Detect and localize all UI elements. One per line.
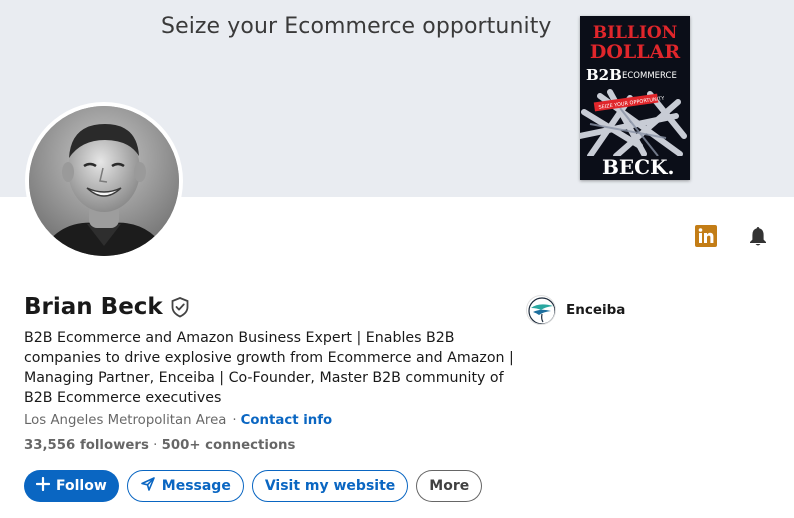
followers-count[interactable]: 33,556 followers xyxy=(24,438,149,453)
avatar[interactable] xyxy=(29,106,179,256)
linkedin-icon[interactable] xyxy=(694,224,718,248)
message-button[interactable]: Message xyxy=(126,470,244,502)
stats-separator: · xyxy=(153,438,158,453)
svg-text:BECK.: BECK. xyxy=(602,155,674,179)
send-icon xyxy=(140,476,156,496)
verified-shield-icon[interactable] xyxy=(169,296,191,318)
visit-website-label: Visit my website xyxy=(264,478,396,494)
svg-text:B2B: B2B xyxy=(586,66,622,84)
connections-count[interactable]: 500+ connections xyxy=(162,438,296,453)
location-separator: · xyxy=(232,413,237,428)
bell-icon[interactable] xyxy=(746,224,770,248)
profile-stats: 33,556 followers · 500+ connections xyxy=(24,438,295,453)
profile-name-row: Brian Beck xyxy=(24,294,191,320)
profile-location: Los Angeles Metropolitan Area xyxy=(24,413,227,428)
book-cover-image: BILLION DOLLAR B2B ECOMMERCE SEIZE YOUR … xyxy=(580,16,690,180)
location-row: Los Angeles Metropolitan Area · Contact in… xyxy=(24,412,332,429)
visit-website-button[interactable]: Visit my website xyxy=(251,470,409,502)
profile-name: Brian Beck xyxy=(24,294,163,320)
message-label: Message xyxy=(161,478,231,494)
svg-text:ECOMMERCE: ECOMMERCE xyxy=(622,71,677,81)
svg-text:BILLION: BILLION xyxy=(593,23,678,43)
profile-actions: Follow Message Visit my website More xyxy=(24,470,483,502)
plus-icon xyxy=(35,476,51,495)
company-name: Enceiba xyxy=(566,302,626,318)
profile-headline: B2B Ecommerce and Amazon Business Expert… xyxy=(24,330,514,406)
enceiba-logo-icon xyxy=(526,295,556,325)
svg-text:DOLLAR: DOLLAR xyxy=(590,41,680,63)
contact-info-link[interactable]: Contact info xyxy=(241,413,333,428)
profile-action-icons xyxy=(694,224,770,248)
follow-button[interactable]: Follow xyxy=(24,470,119,502)
more-label: More xyxy=(429,478,470,494)
current-company[interactable]: Enceiba xyxy=(526,295,625,325)
more-button[interactable]: More xyxy=(416,470,483,502)
follow-label: Follow xyxy=(56,478,107,494)
banner-tagline: Seize your Ecommerce opportunity xyxy=(161,14,552,39)
profile-photo-frame[interactable] xyxy=(25,102,183,260)
